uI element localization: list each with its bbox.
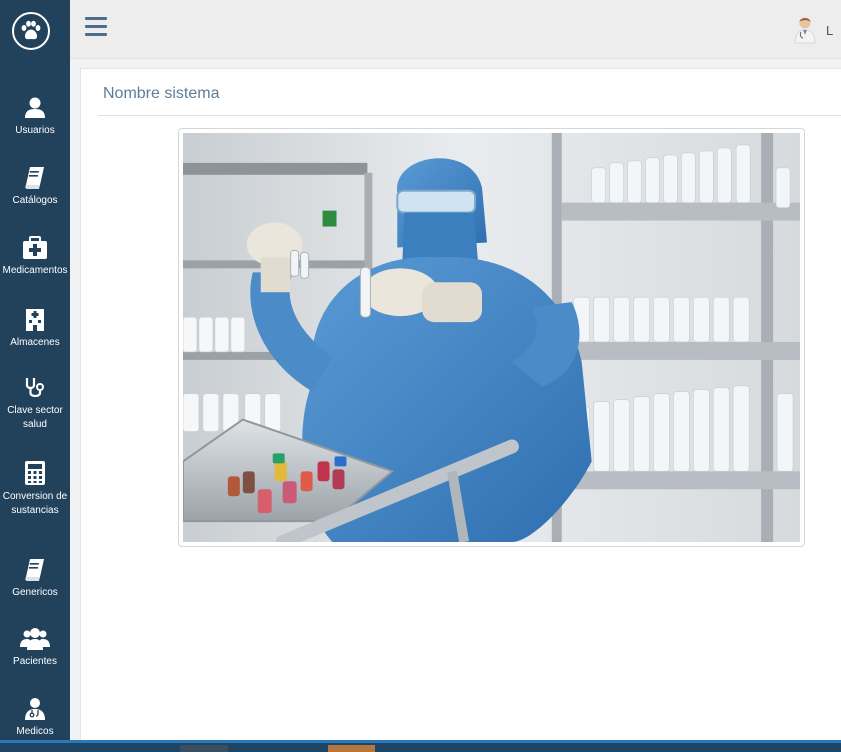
user-name: L: [826, 22, 834, 38]
sidebar-item-medicamentos[interactable]: Medicamentos: [0, 236, 70, 278]
building-icon: [26, 309, 44, 331]
top-navbar: L: [70, 0, 841, 59]
main-panel: Nombre sistema: [80, 68, 841, 741]
hamburger-icon[interactable]: [85, 17, 107, 39]
sidebar: Usuarios Catálogos Medicamentos Almacene…: [0, 0, 70, 752]
sidebar-item-usuarios[interactable]: Usuarios: [0, 96, 70, 138]
book-icon: [25, 559, 44, 581]
medkit-icon: [23, 236, 47, 259]
bottom-taskbar: [0, 740, 841, 752]
sidebar-item-almacenes[interactable]: Almacenes: [0, 306, 70, 350]
user-icon: [25, 97, 45, 118]
sidebar-item-label: Clave sector salud: [7, 405, 63, 430]
calculator-icon: [25, 461, 45, 485]
page-title: Nombre sistema: [103, 85, 220, 102]
sidebar-item-label: Medicos: [16, 726, 54, 737]
lab-photo: [178, 128, 805, 547]
book-icon: [25, 167, 44, 189]
sidebar-item-label: Genericos: [12, 587, 58, 598]
paw-icon[interactable]: [12, 12, 50, 50]
stethoscope-icon: [25, 378, 44, 398]
sidebar-item-label: Pacientes: [13, 656, 57, 667]
user-menu[interactable]: L: [794, 15, 841, 45]
doctor-avatar-icon: [794, 17, 816, 44]
users-icon: [20, 628, 50, 650]
sidebar-item-label: Medicamentos: [2, 265, 68, 276]
sidebar-item-pacientes[interactable]: Pacientes: [0, 627, 70, 669]
doctor-icon: [25, 698, 45, 720]
sidebar-item-label: Conversion de sustancias: [2, 491, 68, 516]
sidebar-item-label: Usuarios: [15, 125, 55, 136]
sidebar-item-clave-sector-salud[interactable]: Clave sector salud: [0, 376, 70, 432]
sidebar-item-genericos[interactable]: Genericos: [0, 558, 70, 600]
sidebar-item-label: Catálogos: [12, 195, 58, 206]
lab-photo-illustration: [183, 133, 800, 542]
sidebar-item-medicos[interactable]: Medicos: [0, 697, 70, 739]
sidebar-item-label: Almacenes: [10, 337, 60, 348]
sidebar-item-catalogos[interactable]: Catálogos: [0, 166, 70, 208]
title-divider: [98, 115, 841, 116]
sidebar-item-conversion-de-sustancias[interactable]: Conversion de sustancias: [0, 460, 70, 518]
